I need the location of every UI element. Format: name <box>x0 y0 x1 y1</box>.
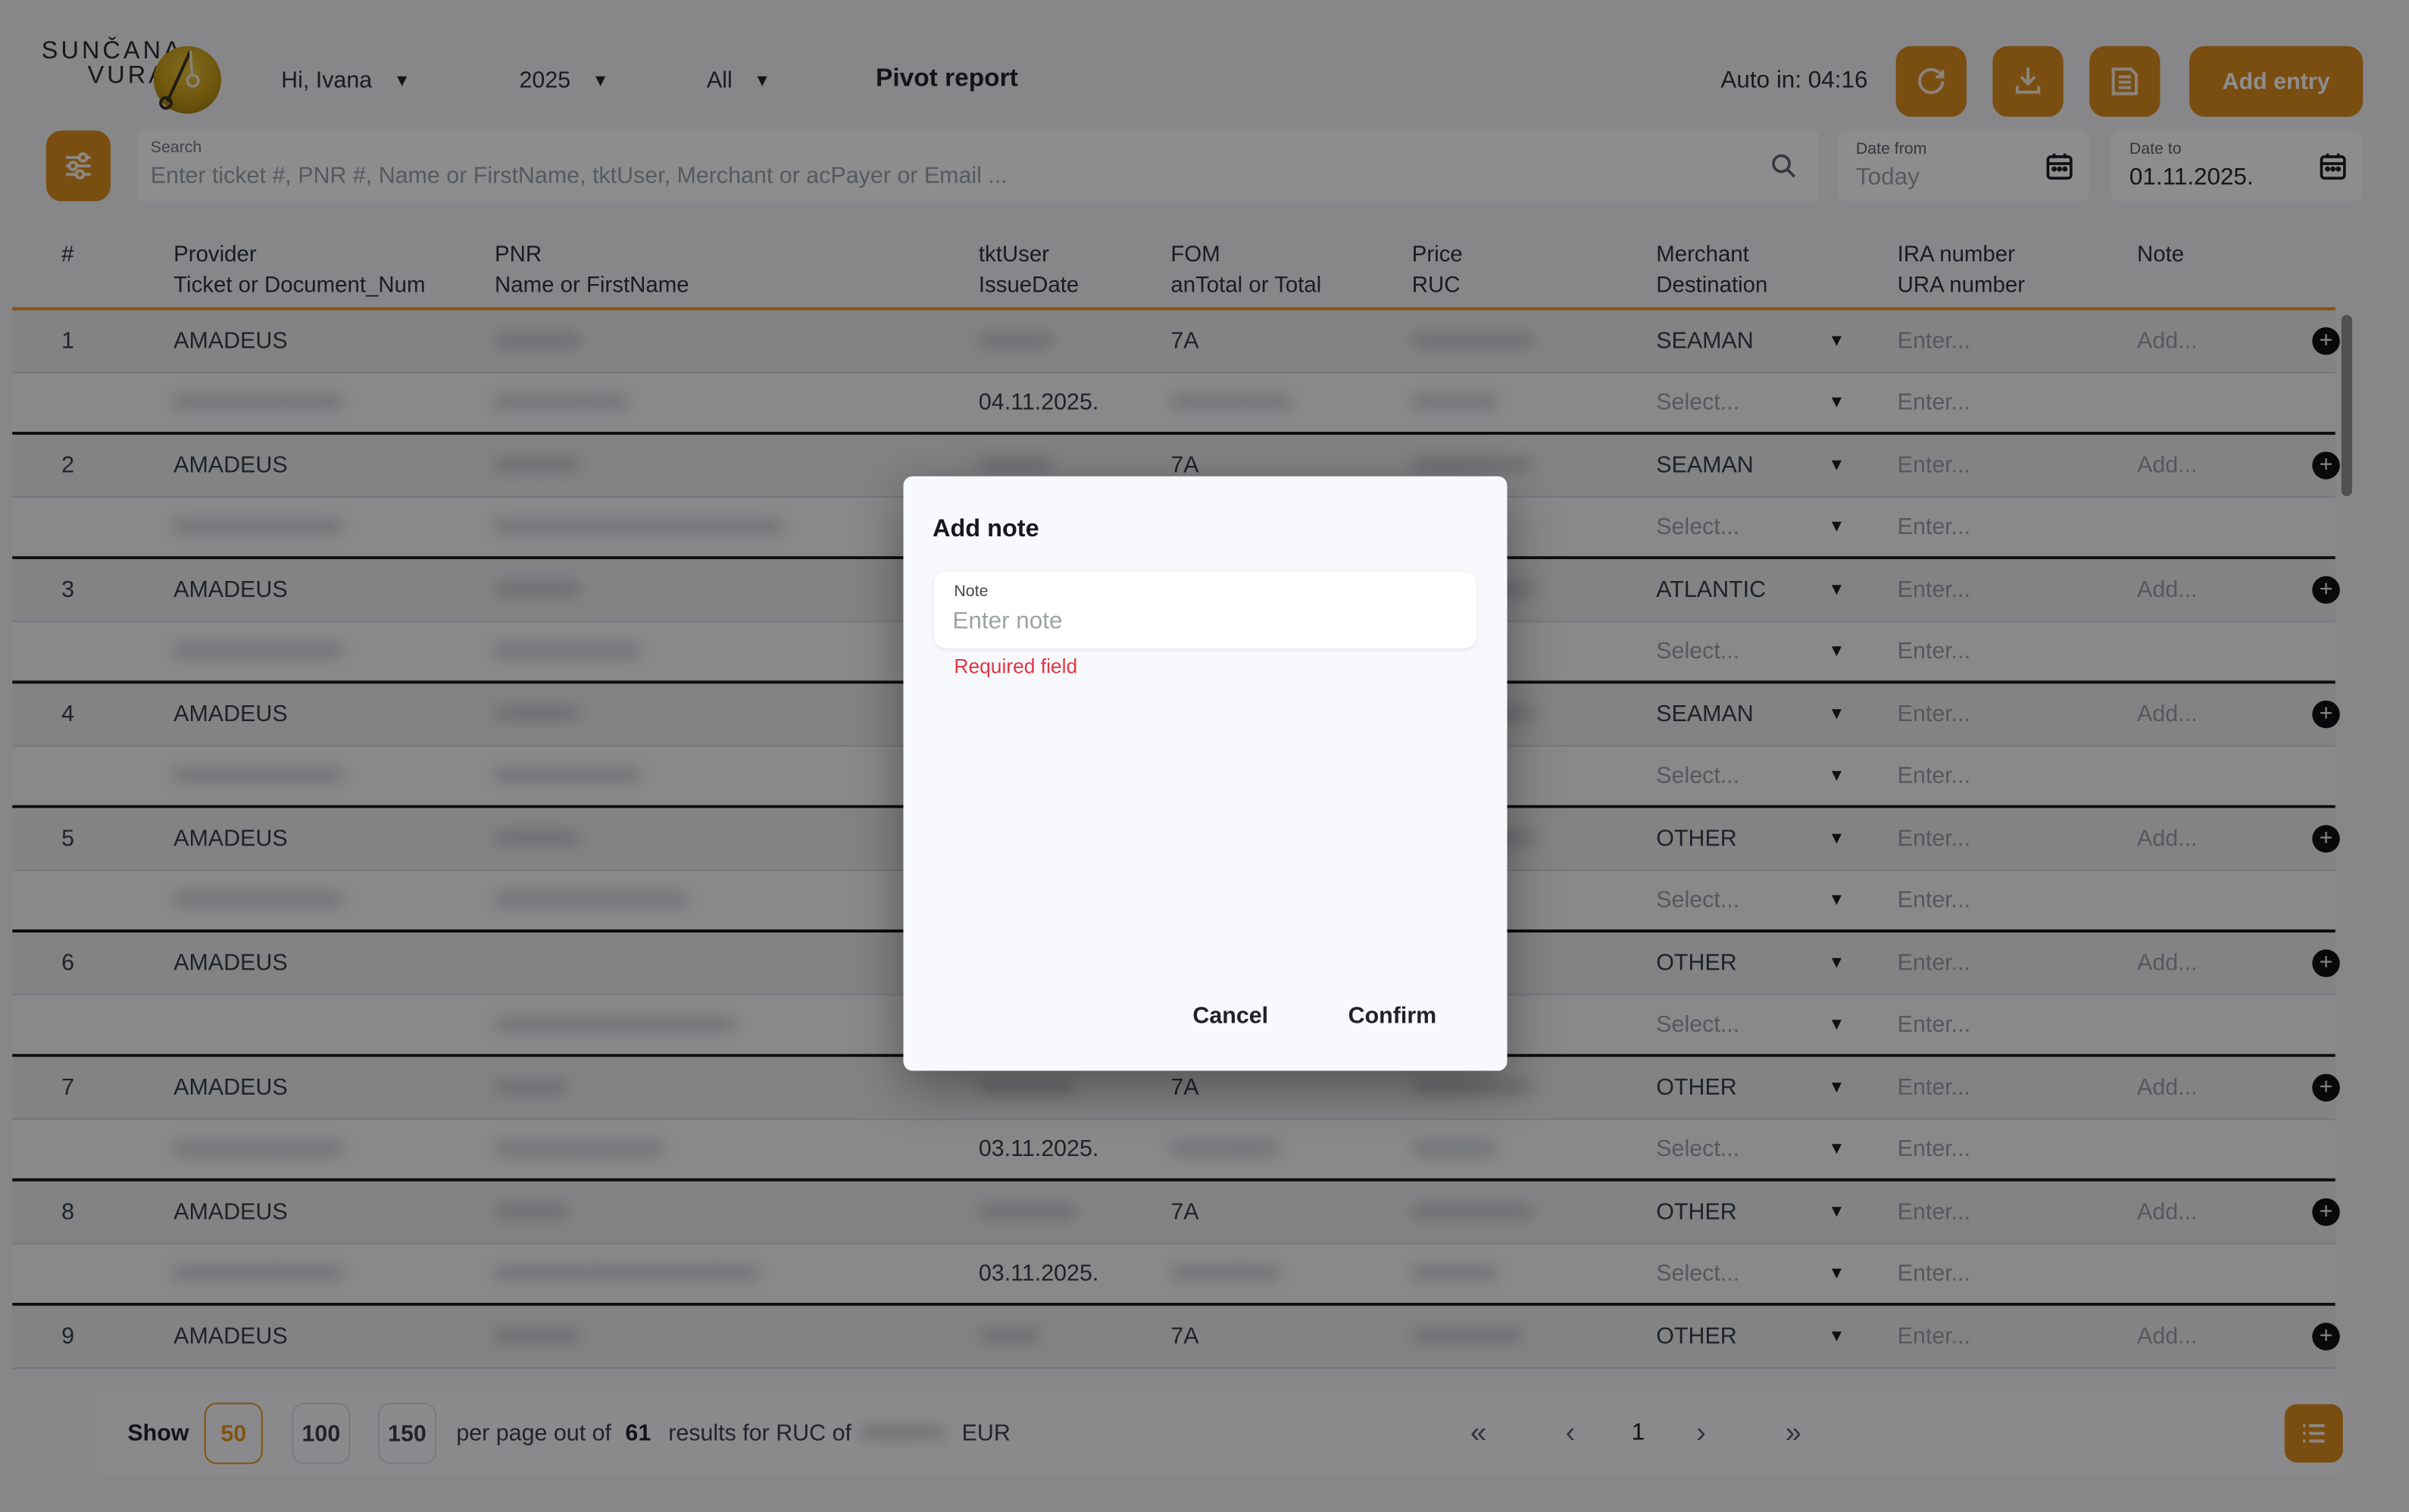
note-field[interactable]: Note Enter note <box>934 571 1476 648</box>
note-field-label: Note <box>954 583 988 601</box>
confirm-button[interactable]: Confirm <box>1339 1001 1445 1031</box>
note-input[interactable]: Enter note <box>952 608 1062 636</box>
add-note-dialog: Add note Note Enter note Required field … <box>904 476 1508 1071</box>
app-root: SUNČANA VURA Hi, Ivana▼ 2025▼ All▼ Pi <box>0 0 2409 1512</box>
validation-error: Required field <box>954 654 1077 677</box>
cancel-button[interactable]: Cancel <box>1183 1001 1277 1031</box>
dialog-title: Add note <box>933 516 1039 544</box>
dialog-actions: Cancel Confirm <box>1183 1001 1445 1031</box>
